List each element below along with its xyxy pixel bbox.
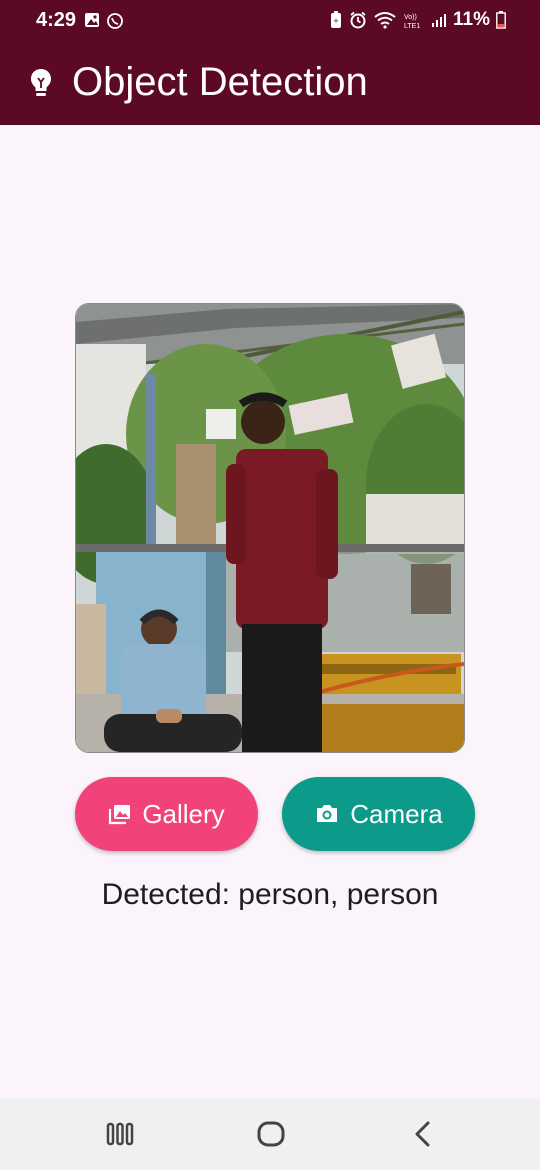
alarm-icon bbox=[350, 11, 366, 29]
camera-icon bbox=[317, 805, 338, 822]
status-time: 4:29 bbox=[36, 9, 77, 31]
wifi-icon bbox=[374, 12, 396, 29]
gallery-notification-icon bbox=[85, 13, 99, 27]
home-icon[interactable] bbox=[256, 1120, 286, 1148]
battery-percent: 11% bbox=[453, 9, 490, 30]
app-bar: Object Detection bbox=[0, 44, 540, 125]
svg-text:LTE1: LTE1 bbox=[404, 23, 420, 29]
lightbulb-icon bbox=[31, 69, 51, 96]
navigation-bar bbox=[0, 1098, 540, 1170]
app-title: Object Detection bbox=[72, 60, 368, 104]
svg-text:Vo)): Vo)) bbox=[404, 14, 417, 21]
signal-icon bbox=[432, 14, 447, 27]
gallery-button-label: Gallery bbox=[142, 798, 225, 829]
back-icon[interactable] bbox=[412, 1120, 432, 1148]
detection-result: Detected: person, person bbox=[101, 878, 439, 911]
battery-icon bbox=[496, 11, 506, 29]
battery-saver-icon: + bbox=[331, 11, 342, 28]
svg-text:+: + bbox=[333, 16, 338, 26]
recent-apps-icon[interactable] bbox=[106, 1120, 134, 1148]
camera-button-label: Camera bbox=[350, 798, 443, 829]
camera-button[interactable]: Camera bbox=[282, 777, 475, 851]
gallery-button[interactable]: Gallery bbox=[75, 777, 258, 851]
status-bar: 4:29 + Vo)) LTE1 11% bbox=[0, 0, 540, 44]
detection-image bbox=[75, 303, 465, 753]
volte-icon: Vo)) LTE1 bbox=[404, 14, 420, 29]
image-icon bbox=[109, 805, 131, 825]
whatsapp-notification-icon bbox=[107, 13, 123, 29]
photo-preview bbox=[76, 304, 464, 752]
